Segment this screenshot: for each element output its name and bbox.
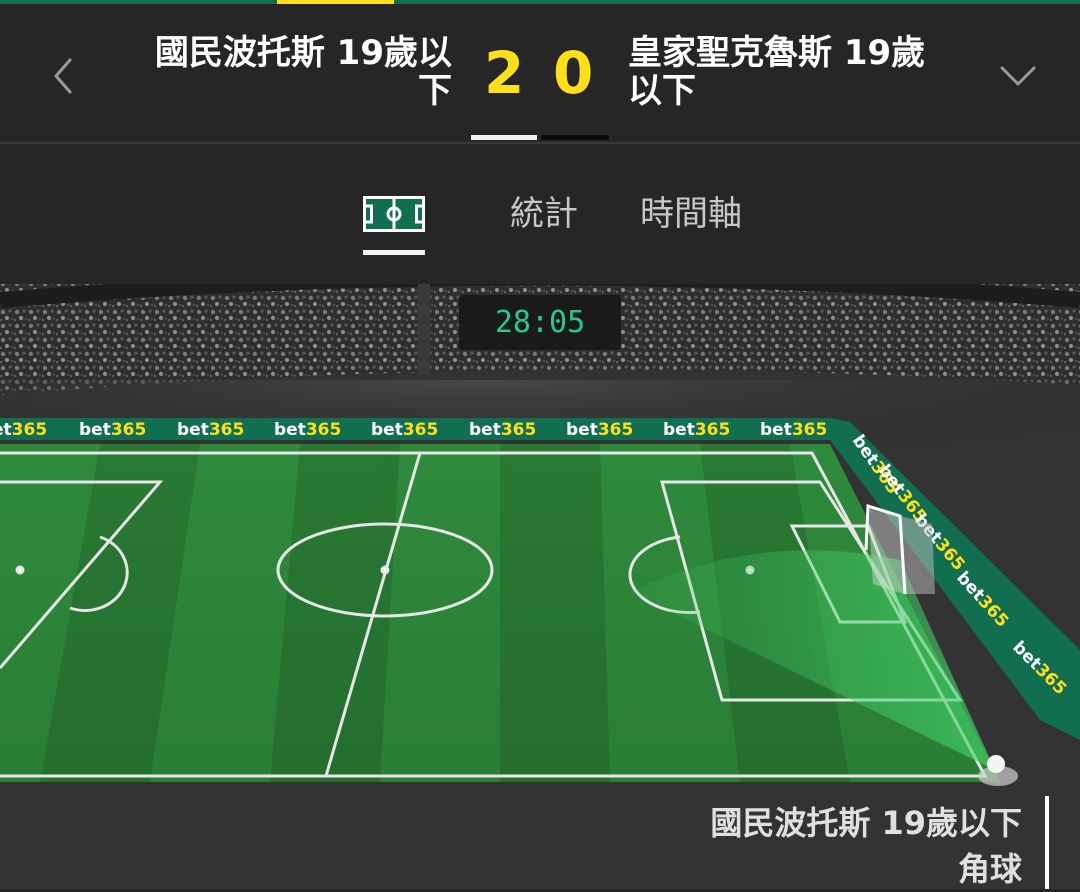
- tab-timeline[interactable]: 時間軸: [640, 192, 742, 236]
- tab-stats[interactable]: 統計: [510, 192, 578, 236]
- event-type: 角球: [957, 850, 1022, 888]
- tab-timeline-label: 時間軸: [640, 194, 742, 234]
- tab-active-underline: [363, 250, 425, 255]
- pitch-scene: et365 bet365 bet365 bet365 bet365 bet365…: [0, 284, 1080, 889]
- ad-board-far: et365 bet365 bet365 bet365 bet365 bet365…: [0, 420, 827, 440]
- svg-text:bet365: bet365: [371, 420, 438, 440]
- tab-stats-label: 統計: [510, 194, 578, 234]
- svg-text:bet365: bet365: [566, 420, 633, 440]
- away-team-name: 皇家聖克魯斯 19歲以下: [628, 33, 926, 111]
- away-score: 0: [553, 39, 594, 107]
- svg-text:bet365: bet365: [469, 420, 536, 440]
- svg-text:bet365: bet365: [177, 420, 244, 440]
- stadium-visualization: et365 bet365 bet365 bet365 bet365 bet365…: [0, 284, 1080, 889]
- match-clock: 28:05: [459, 295, 621, 350]
- svg-text:bet365: bet365: [760, 420, 827, 440]
- svg-text:bet365: bet365: [274, 420, 341, 440]
- away-score-bar: [541, 135, 609, 140]
- event-caption: 國民波托斯 19歲以下 角球: [710, 800, 1022, 892]
- home-team-name: 國民波托斯 19歲以下: [154, 33, 452, 111]
- svg-text:bet365: bet365: [663, 420, 730, 440]
- match-header: 國民波托斯 19歲以下 2 0 皇家聖克魯斯 19歲以下: [0, 4, 1080, 142]
- home-score: 2: [484, 39, 525, 107]
- event-team: 國民波托斯 19歲以下: [710, 804, 1022, 842]
- svg-text:et365: et365: [0, 420, 47, 440]
- event-indicator-bar: [1045, 796, 1049, 889]
- pitch-icon: [363, 196, 425, 232]
- chevron-down-icon[interactable]: [996, 56, 1040, 96]
- back-chevron-icon[interactable]: [44, 52, 84, 100]
- tab-pitch[interactable]: [363, 196, 425, 240]
- svg-text:bet365: bet365: [79, 420, 146, 440]
- view-tabs: 統計 時間軸: [0, 144, 1080, 284]
- home-score-bar: [471, 135, 537, 140]
